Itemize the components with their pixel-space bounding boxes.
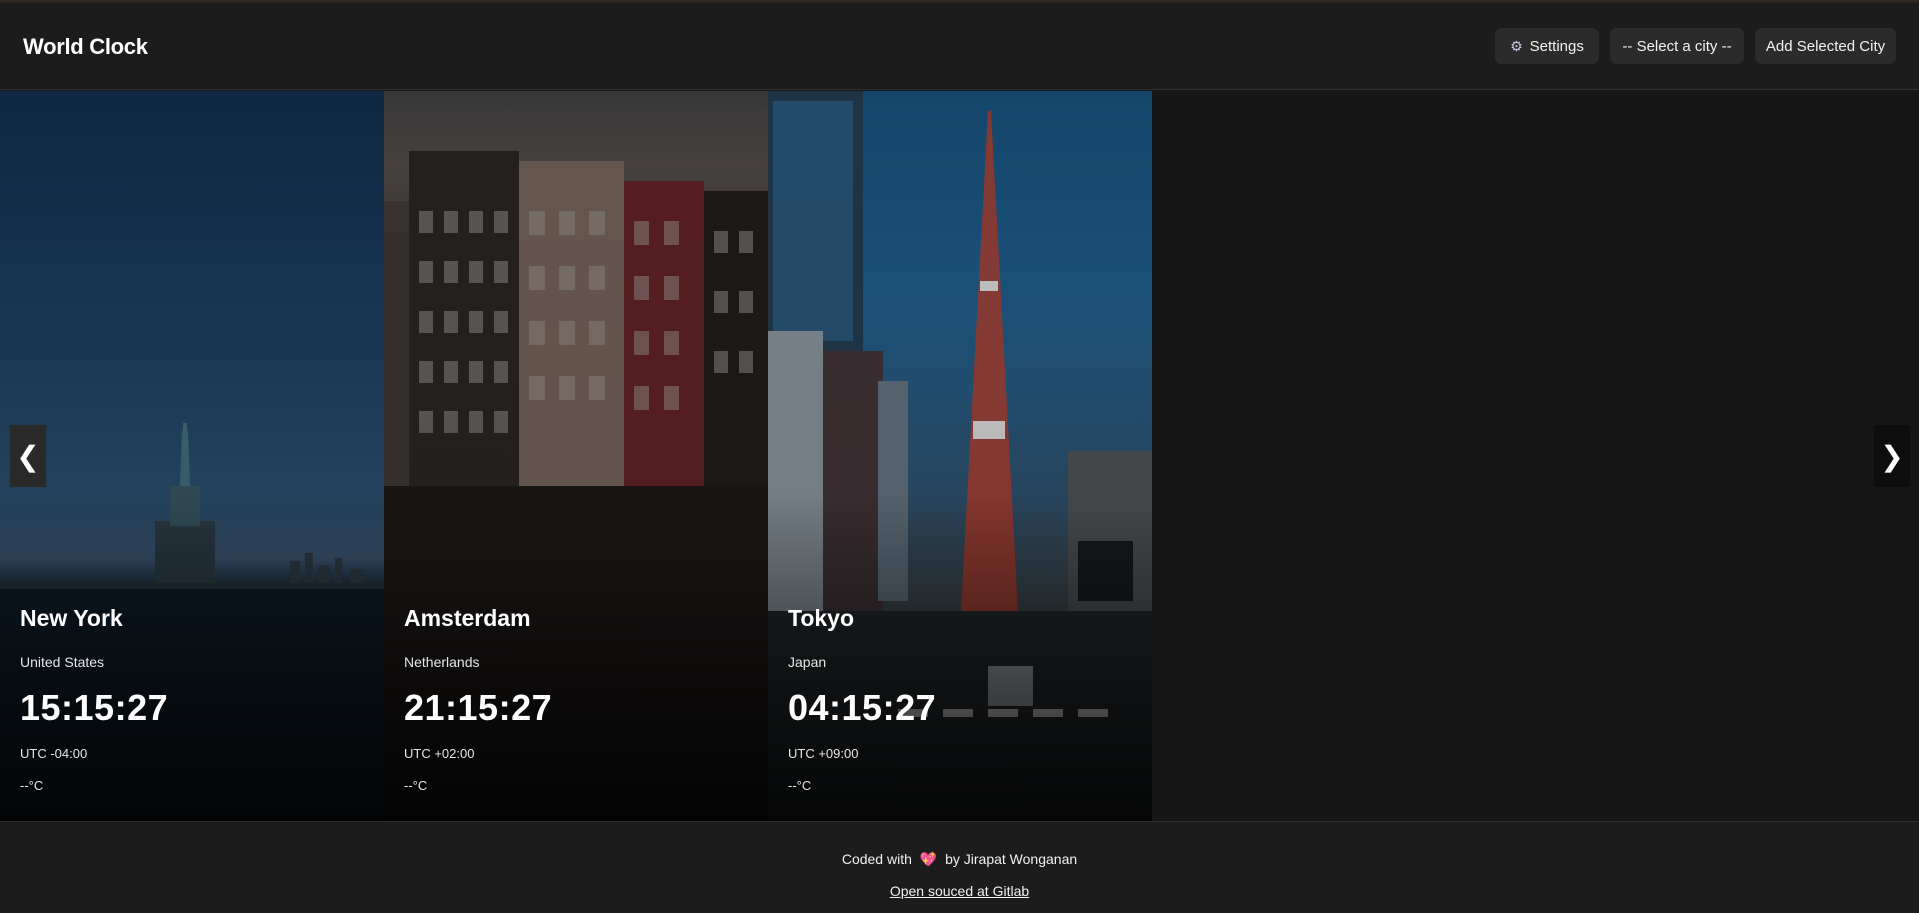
local-time: 21:15:27	[404, 687, 553, 728]
city-info: Amsterdam Netherlands 21:15:27 UTC +02:0…	[404, 600, 552, 793]
app-header: World Clock ⚙ Settings -- Select a city …	[0, 4, 1919, 90]
credit-prefix: Coded with	[841, 851, 912, 867]
country-name: Netherlands	[404, 654, 480, 670]
credit-line: Coded with 💖 by Jirapat Wonganan	[0, 851, 1919, 868]
country-name: Japan	[788, 654, 827, 670]
credit-suffix: by Jirapat Wonganan	[945, 851, 1078, 867]
utc-offset: UTC -04:00	[20, 746, 88, 761]
temperature: --°C	[404, 778, 428, 793]
add-city-button[interactable]: Add Selected City	[1755, 28, 1896, 64]
city-card-tokyo[interactable]: Tokyo Japan 04:15:27 UTC +09:00 --°C	[768, 91, 1152, 821]
city-select[interactable]: -- Select a city --	[1610, 28, 1744, 64]
city-name: Amsterdam	[404, 605, 531, 631]
chevron-right-icon: ❯	[1880, 439, 1904, 473]
city-name: New York	[20, 605, 123, 631]
city-select-value: -- Select a city --	[1622, 37, 1732, 55]
utc-offset: UTC +09:00	[788, 746, 859, 761]
carousel-prev-button[interactable]: ❮	[10, 425, 46, 487]
local-time: 04:15:27	[788, 687, 937, 728]
city-name: Tokyo	[788, 605, 855, 631]
clock-carousel: New York United States 15:15:27 UTC -04:…	[0, 91, 1919, 821]
city-card-amsterdam[interactable]: Amsterdam Netherlands 21:15:27 UTC +02:0…	[384, 91, 768, 821]
carousel-next-button[interactable]: ❯	[1874, 425, 1910, 487]
chevron-left-icon: ❮	[16, 439, 40, 473]
temperature: --°C	[788, 778, 812, 793]
utc-offset: UTC +02:00	[404, 746, 475, 761]
app-title: World Clock	[23, 34, 148, 59]
settings-label: Settings	[1529, 37, 1584, 55]
city-card-new-york[interactable]: New York United States 15:15:27 UTC -04:…	[0, 91, 384, 821]
temperature: --°C	[20, 778, 44, 793]
settings-button[interactable]: ⚙ Settings	[1495, 28, 1599, 64]
country-name: United States	[20, 654, 105, 670]
local-time: 15:15:27	[20, 687, 169, 728]
heart-icon: 💖	[919, 851, 938, 867]
gitlab-link[interactable]: Open souced at Gitlab	[0, 883, 1919, 899]
add-city-label: Add Selected City	[1765, 37, 1886, 55]
city-info: Tokyo Japan 04:15:27 UTC +09:00 --°C	[788, 600, 936, 793]
app-footer: Coded with 💖 by Jirapat Wonganan Open so…	[0, 821, 1919, 913]
gear-icon: ⚙	[1510, 37, 1523, 54]
city-info: New York United States 15:15:27 UTC -04:…	[20, 600, 168, 793]
